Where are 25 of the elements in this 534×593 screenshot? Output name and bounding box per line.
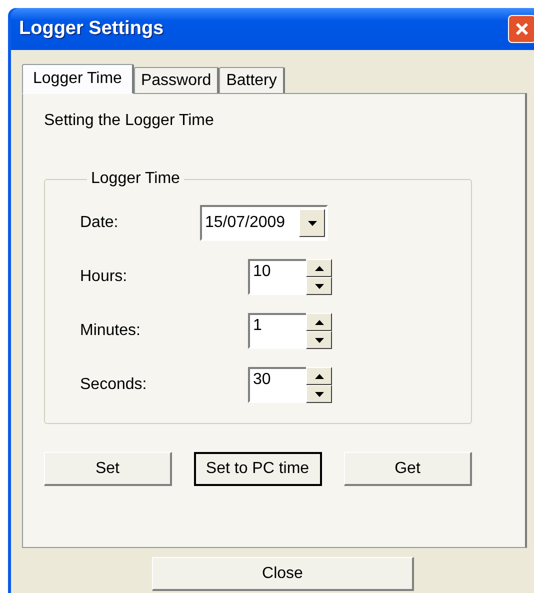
action-button[interactable]: Get bbox=[344, 452, 472, 486]
spin-up-icon[interactable] bbox=[306, 259, 332, 277]
tab[interactable]: Password bbox=[134, 67, 220, 93]
section-heading: Setting the Logger Time bbox=[44, 112, 215, 131]
action-button[interactable]: Set to PC time bbox=[194, 452, 322, 486]
group-title: Logger Time bbox=[90, 170, 181, 188]
field-label: Hours: bbox=[80, 268, 128, 286]
field-label: Seconds: bbox=[80, 376, 147, 394]
tab[interactable]: Logger Time bbox=[22, 64, 134, 94]
spin-down-icon[interactable] bbox=[306, 277, 332, 295]
number-field[interactable]: 1 bbox=[248, 313, 306, 349]
spin-down-icon[interactable] bbox=[306, 385, 332, 403]
field-label: Date: bbox=[80, 214, 118, 232]
field-label: Minutes: bbox=[80, 322, 140, 340]
date-picker[interactable]: 15/07/2009 bbox=[200, 205, 328, 241]
number-field[interactable]: 30 bbox=[248, 367, 306, 403]
close-button[interactable]: Close bbox=[152, 557, 414, 591]
window-title: Logger Settings bbox=[19, 18, 164, 40]
spin-down-icon[interactable] bbox=[306, 331, 332, 349]
spin-up-icon[interactable] bbox=[306, 313, 332, 331]
tab[interactable]: Battery bbox=[219, 67, 285, 93]
number-field[interactable]: 10 bbox=[248, 259, 306, 295]
close-icon[interactable] bbox=[508, 15, 534, 43]
action-button[interactable]: Set bbox=[44, 452, 172, 486]
spin-up-icon[interactable] bbox=[306, 367, 332, 385]
